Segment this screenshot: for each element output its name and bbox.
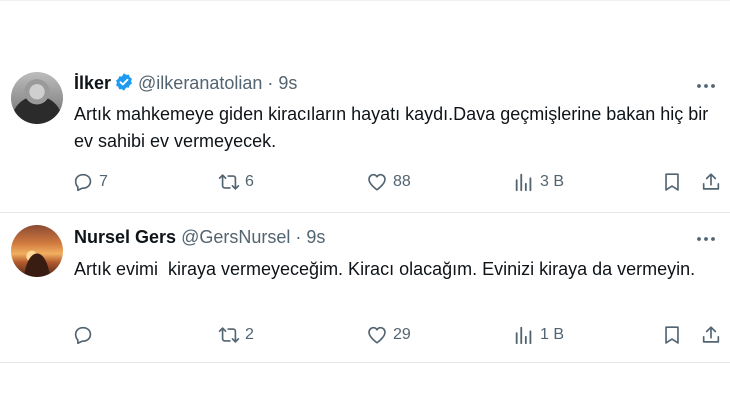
more-icon[interactable]	[694, 227, 718, 251]
tweet-text: Artık mahkemeye giden kiracıların hayatı…	[74, 104, 714, 151]
reply-button[interactable]: 7	[72, 169, 108, 195]
like-count: 88	[393, 173, 411, 190]
author-handle[interactable]: @GersNursel	[181, 227, 290, 247]
tweet-header: Nursel Gers @GersNursel · 9s	[74, 226, 325, 248]
reply-button[interactable]	[72, 322, 99, 348]
share-button[interactable]	[700, 169, 722, 195]
tweet-header: İlker @ilkeranatolian · 9s	[74, 72, 297, 94]
top-border	[0, 0, 730, 1]
tweet-1[interactable]: İlker @ilkeranatolian · 9s Artık mahkemey…	[0, 52, 730, 212]
retweet-button[interactable]: 6	[218, 169, 254, 195]
like-button[interactable]: 29	[366, 322, 411, 348]
bookmark-button[interactable]	[661, 169, 683, 195]
bookmark-button[interactable]	[661, 322, 683, 348]
views-count: 3 B	[540, 173, 565, 190]
retweet-icon	[218, 324, 240, 346]
like-button[interactable]: 88	[366, 169, 411, 195]
like-icon	[366, 171, 388, 193]
tweet-actions: 7 6 88 3 B	[0, 169, 730, 195]
retweet-button[interactable]: 2	[218, 322, 254, 348]
views-button[interactable]: 3 B	[513, 169, 564, 195]
views-count: 1 B	[540, 326, 565, 343]
tweet-time[interactable]: 9s	[278, 73, 297, 93]
tweet-time[interactable]: 9s	[306, 227, 325, 247]
views-icon	[513, 171, 535, 193]
reply-icon	[72, 324, 94, 346]
bookmark-icon	[661, 324, 683, 346]
retweet-icon	[218, 171, 240, 193]
more-icon[interactable]	[694, 74, 718, 98]
header-separator: ·	[267, 73, 274, 93]
bookmark-icon	[661, 171, 683, 193]
tweet-divider	[0, 362, 730, 363]
tweet-actions: 2 29 1 B	[0, 322, 730, 348]
tweet-2[interactable]: Nursel Gers @GersNursel · 9s Artık evimi…	[0, 212, 730, 362]
retweet-count: 6	[245, 173, 254, 190]
share-icon	[700, 171, 722, 193]
header-separator: ·	[295, 227, 302, 247]
reply-icon	[72, 171, 94, 193]
like-icon	[366, 324, 388, 346]
avatar[interactable]	[11, 72, 63, 124]
author-name[interactable]: İlker	[74, 73, 111, 93]
tweet-text: Artık evimi kiraya vermeyeceğim. Kiracı …	[74, 259, 696, 279]
author-name[interactable]: Nursel Gers	[74, 227, 176, 247]
reply-count: 7	[99, 173, 108, 190]
views-button[interactable]: 1 B	[513, 322, 564, 348]
share-button[interactable]	[700, 322, 722, 348]
views-icon	[513, 324, 535, 346]
avatar[interactable]	[11, 225, 63, 277]
like-count: 29	[393, 326, 411, 343]
author-handle[interactable]: @ilkeranatolian	[138, 73, 262, 93]
share-icon	[700, 324, 722, 346]
verified-badge-icon	[116, 73, 132, 91]
retweet-count: 2	[245, 326, 254, 343]
